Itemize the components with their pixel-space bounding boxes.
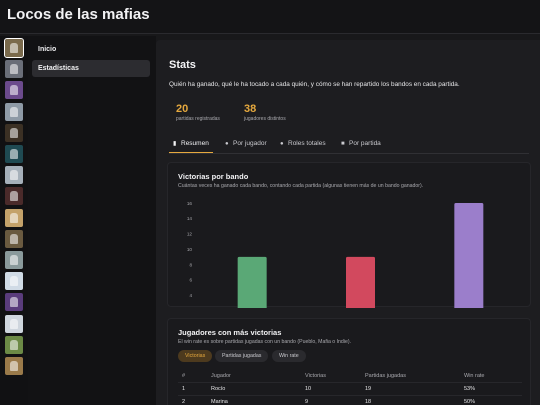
bar-pueblo[interactable] [237, 256, 267, 308]
group-8-icon-glyph [10, 191, 18, 202]
users-icon: ● [280, 141, 284, 147]
pill-win-rate[interactable]: Win rate [272, 350, 306, 362]
group-11-icon[interactable] [5, 251, 23, 269]
y-tick-label: 6 [189, 278, 192, 283]
col-win-rate: Win rate [464, 373, 485, 379]
y-tick-label: 10 [187, 247, 193, 252]
main-content: Stats Quién ha ganado, qué le ha tocado … [156, 40, 540, 405]
row-victorias: 9 [305, 399, 309, 405]
group-3-icon-glyph [10, 85, 18, 96]
col-victorias: Victorias [305, 373, 326, 379]
tab-resumen-label: Resumen [181, 140, 209, 147]
row-victorias: 10 [305, 386, 312, 392]
group-6-icon-glyph [10, 149, 18, 159]
row-partidas: 18 [365, 399, 372, 405]
group-5-icon-glyph [10, 127, 18, 138]
players-title: Jugadores con más victorias [178, 328, 282, 337]
tab-por-jugador[interactable]: ● Por jugador [225, 138, 267, 153]
y-tick-label: 8 [189, 262, 192, 267]
group-14-icon[interactable] [5, 314, 23, 333]
group-6-icon[interactable] [5, 145, 23, 163]
bar-indie[interactable] [454, 203, 484, 308]
group-1-icon-glyph [10, 43, 18, 53]
tab-bar: ▮ Resumen ● Por jugador ● Roles totales ■ Po… [169, 138, 529, 154]
group-7-icon-glyph [10, 170, 18, 181]
group-3-icon[interactable] [5, 81, 23, 100]
group-10-icon-glyph [10, 233, 18, 244]
bar-mafia[interactable] [346, 256, 375, 308]
y-tick-label: 14 [187, 216, 193, 221]
row-rank: 1 [182, 386, 186, 392]
group-9-icon-glyph [10, 212, 18, 223]
col-rank: # [182, 373, 186, 379]
sidebar-item-estadisticas[interactable]: Estadísticas [32, 60, 150, 77]
group-4-icon[interactable] [5, 102, 23, 121]
group-1-icon[interactable] [4, 38, 24, 58]
group-11-icon-glyph [10, 255, 18, 265]
row-partidas: 19 [365, 386, 372, 392]
group-2-icon-glyph [10, 64, 18, 75]
victories-card: Victorias por bando Cuántas veces ha gan… [167, 162, 531, 308]
tab-roles-totales[interactable]: ● Roles totales [280, 138, 326, 153]
group-7-icon[interactable] [5, 166, 23, 185]
col-partidas-jugadas: Partidas jugadas [365, 373, 406, 379]
group-2-icon[interactable] [5, 60, 23, 79]
page-title: Stats [169, 59, 196, 71]
y-tick-label: 16 [187, 201, 193, 206]
row-jugador: Marina [211, 399, 228, 405]
row-win-rate: 50% [464, 399, 476, 405]
group-10-icon[interactable] [5, 229, 23, 248]
group-4-icon-glyph [10, 106, 18, 117]
stat-partidas-label: partidas registradas [176, 116, 220, 122]
bar-chart-icon: ▮ [173, 141, 177, 147]
row-win-rate: 53% [464, 386, 476, 392]
header-divider [178, 382, 522, 383]
victories-chart: 0246810121416PuebloMafiaIndie [187, 201, 484, 308]
row-rank: 2 [182, 399, 186, 405]
group-8-icon[interactable] [5, 187, 23, 206]
stat-jugadores-label: jugadores distintos [244, 116, 286, 122]
top-bar: Locos de las mafias [0, 0, 540, 34]
group-13-icon[interactable] [5, 293, 23, 312]
col-jugador: Jugador [211, 373, 231, 379]
group-5-icon[interactable] [5, 123, 23, 142]
server-rail [0, 36, 28, 405]
players-card: Jugadores con más victorias El win rate … [167, 318, 531, 405]
y-tick-label: 12 [187, 232, 193, 237]
tab-por-jugador-label: Por jugador [233, 140, 267, 147]
group-12-icon-glyph [10, 276, 18, 287]
players-subtitle: El win rate es sobre partidas jugadas co… [178, 339, 352, 345]
tab-roles-totales-label: Roles totales [288, 140, 326, 147]
sidebar: Inicio Estadísticas [28, 36, 156, 405]
group-13-icon-glyph [10, 297, 18, 308]
page-intro: Quién ha ganado, qué le ha tocado a cada… [169, 81, 460, 88]
app-title: Locos de las mafias [7, 6, 150, 23]
group-16-icon-glyph [10, 361, 18, 371]
tab-resumen[interactable]: ▮ Resumen [169, 138, 213, 153]
page-scrollbar[interactable] [535, 40, 538, 405]
pill-victorias[interactable]: Victorias [178, 350, 213, 362]
y-tick-label: 4 [189, 293, 192, 298]
tab-por-partida-label: Por partida [349, 140, 381, 147]
sidebar-item-inicio[interactable]: Inicio [32, 41, 150, 58]
group-12-icon[interactable] [5, 272, 23, 291]
group-14-icon-glyph [10, 318, 18, 329]
user-icon: ● [225, 141, 229, 147]
group-15-icon[interactable] [5, 335, 23, 354]
group-9-icon[interactable] [5, 208, 23, 227]
row-divider [178, 395, 522, 396]
stat-jugadores-value: 38 [244, 103, 257, 115]
pill-partidas-jugadas[interactable]: Partidas jugadas [215, 350, 269, 362]
tab-por-partida[interactable]: ■ Por partida [341, 138, 381, 153]
briefcase-icon: ■ [341, 141, 345, 147]
group-15-icon-glyph [10, 339, 18, 350]
group-16-icon[interactable] [5, 357, 23, 375]
stat-partidas-value: 20 [176, 103, 189, 115]
row-jugador: Rocío [211, 386, 226, 392]
